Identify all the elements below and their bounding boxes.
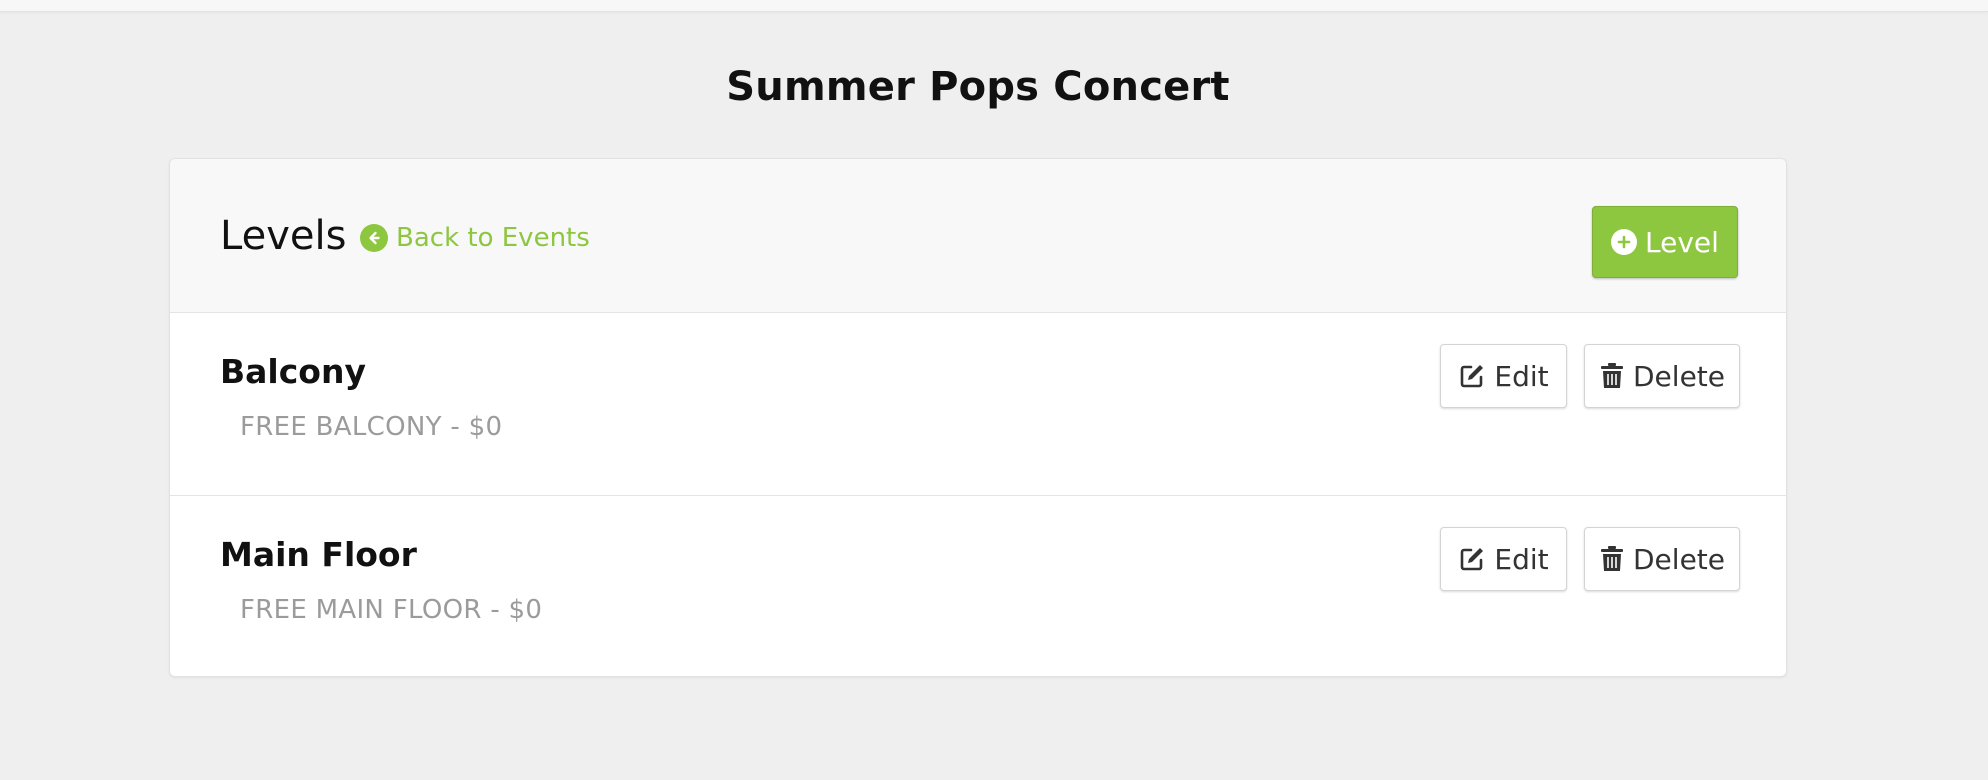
level-name: Main Floor [220,535,417,574]
plus-circle-icon [1611,229,1638,255]
edit-label: Edit [1494,359,1549,393]
edit-icon [1458,545,1486,573]
arrow-circle-left-icon [360,224,388,252]
trash-icon [1599,362,1625,390]
level-description: FREE MAIN FLOOR - $0 [240,595,543,625]
edit-button[interactable]: Edit [1440,344,1567,408]
level-description: FREE BALCONY - $0 [240,412,503,442]
levels-heading: Levels [220,213,347,259]
delete-button[interactable]: Delete [1584,527,1740,591]
trash-icon [1599,545,1625,573]
delete-label: Delete [1633,359,1725,393]
level-name: Balcony [220,352,366,391]
delete-button[interactable]: Delete [1584,344,1740,408]
list-item: Main Floor FREE MAIN FLOOR - $0 Edit Del… [170,497,1786,676]
edit-icon [1458,362,1486,390]
levels-card: Levels Back to Events Level Balcony FREE… [169,158,1787,677]
back-link-label: Back to Events [396,223,590,253]
edit-label: Edit [1494,542,1549,576]
top-navbar [0,0,1988,12]
delete-label: Delete [1633,542,1725,576]
card-header: Levels Back to Events Level [170,159,1786,313]
add-level-label: Level [1645,225,1719,259]
page-title: Summer Pops Concert [726,64,1230,110]
back-to-events-link[interactable]: Back to Events [360,223,590,253]
add-level-button[interactable]: Level [1592,206,1738,278]
edit-button[interactable]: Edit [1440,527,1567,591]
list-item: Balcony FREE BALCONY - $0 Edit Delete [170,314,1786,496]
